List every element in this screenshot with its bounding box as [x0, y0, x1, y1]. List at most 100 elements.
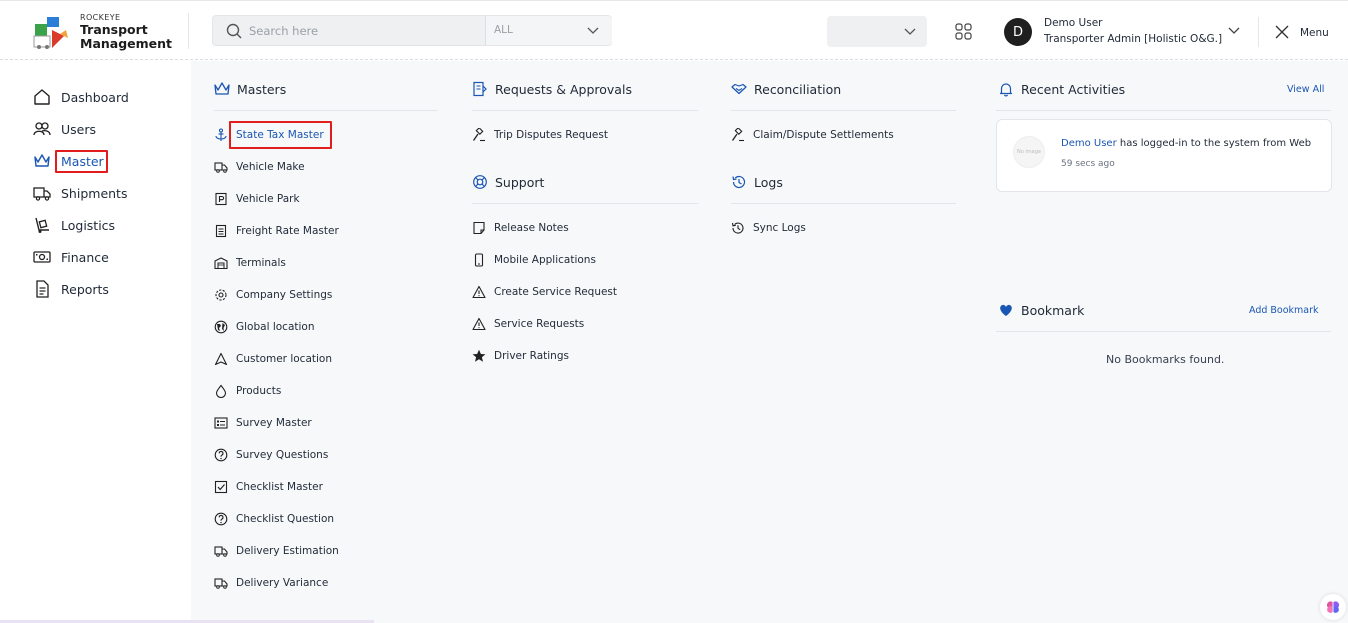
- link-label: Claim/Dispute Settlements: [753, 129, 894, 141]
- link-label: Trip Disputes Request: [494, 129, 608, 141]
- handshake-icon: [731, 83, 747, 95]
- master-link-label: Terminals: [236, 257, 286, 269]
- warning-icon: [472, 317, 486, 331]
- avatar[interactable]: D: [1004, 18, 1032, 46]
- home-icon: [34, 89, 50, 105]
- search-icon: [226, 23, 242, 39]
- brand-name: Transport Management: [80, 23, 172, 51]
- sidebar-item-logistics[interactable]: Logistics: [33, 214, 115, 236]
- section-title-text: Bookmark: [1021, 302, 1085, 318]
- section-divider: [472, 110, 698, 111]
- activity-text: Demo User has logged-in to the system fr…: [1061, 138, 1311, 149]
- master-link-label: Survey Master: [236, 417, 312, 429]
- link-claim-dispute-settlements[interactable]: Claim/Dispute Settlements: [731, 127, 894, 143]
- highlight-box: [229, 121, 332, 149]
- sidebar-item-users[interactable]: Users: [33, 118, 96, 140]
- empty-bookmarks-text: No Bookmarks found.: [1106, 353, 1225, 366]
- search-input[interactable]: [249, 21, 479, 41]
- sidebar: [0, 61, 191, 623]
- master-link-label: Survey Questions: [236, 449, 329, 461]
- money-icon: [33, 251, 51, 263]
- checkbox-icon: [214, 480, 228, 494]
- master-link-label: Delivery Variance: [236, 577, 329, 589]
- master-link-survey-questions[interactable]: Survey Questions: [214, 447, 328, 463]
- history-icon: [732, 175, 746, 189]
- mobile-icon: [474, 253, 484, 267]
- master-link-label: Freight Rate Master: [236, 225, 339, 237]
- link-trip-disputes-request[interactable]: Trip Disputes Request: [472, 127, 608, 143]
- truck-icon: [33, 187, 51, 201]
- sidebar-item-label: Dashboard: [61, 89, 129, 105]
- master-link-freight-rate-master[interactable]: Freight Rate Master: [214, 223, 339, 239]
- user-menu-chevron-icon[interactable]: [1227, 24, 1241, 38]
- link-mobile-applications[interactable]: Mobile Applications: [472, 252, 596, 268]
- master-link-global-location[interactable]: Global location: [214, 319, 315, 335]
- master-link-label: Checklist Master: [236, 481, 323, 493]
- truck-icon: [214, 578, 228, 589]
- master-link-label: Checklist Question: [236, 513, 335, 525]
- search-scope-select[interactable]: ALL: [485, 16, 612, 45]
- link-label: Service Requests: [494, 318, 585, 330]
- link-label: Sync Logs: [753, 222, 806, 234]
- master-link-terminals[interactable]: Terminals: [214, 255, 286, 271]
- link-create-service-request[interactable]: Create Service Request: [472, 284, 617, 300]
- section-title-text: Requests & Approvals: [495, 81, 632, 97]
- section-title-text: Support: [495, 174, 545, 190]
- master-link-label: Global location: [236, 321, 315, 333]
- gavel-icon: [731, 128, 744, 142]
- master-link-vehicle-make[interactable]: Vehicle Make: [214, 159, 305, 175]
- link-release-notes[interactable]: Release Notes: [472, 220, 569, 236]
- sidebar-item-dashboard[interactable]: Dashboard: [33, 86, 129, 108]
- master-link-checklist-question[interactable]: Checklist Question: [214, 511, 334, 527]
- link-service-requests[interactable]: Service Requests: [472, 316, 584, 332]
- apps-grid-icon[interactable]: [955, 23, 972, 40]
- search-scope-value: ALL: [494, 24, 513, 36]
- section-title-requests: Requests & Approvals: [472, 81, 632, 97]
- master-link-delivery-variance[interactable]: Delivery Variance: [214, 575, 328, 591]
- activity-message: has logged-in to the system from Web: [1116, 138, 1312, 149]
- add-bookmark-link[interactable]: Add Bookmark: [1249, 305, 1319, 316]
- sidebar-item-reports[interactable]: Reports: [33, 278, 109, 300]
- warning-icon: [472, 285, 486, 299]
- rockeye-logo-icon[interactable]: [32, 14, 72, 50]
- user-name[interactable]: Demo User: [1044, 17, 1102, 29]
- activity-card: No image Demo User has logged-in to the …: [996, 119, 1332, 192]
- bell-icon: [999, 83, 1013, 97]
- survey-icon: [214, 417, 228, 429]
- search-bar: ALL: [212, 15, 612, 46]
- star-icon: [472, 349, 486, 362]
- master-link-vehicle-park[interactable]: Vehicle Park: [214, 191, 300, 207]
- master-link-survey-master[interactable]: Survey Master: [214, 415, 312, 431]
- link-sync-logs[interactable]: Sync Logs: [731, 220, 806, 236]
- close-icon[interactable]: [1275, 25, 1289, 39]
- top-header: ROCKEYE Transport Management ALL D Demo …: [0, 0, 1348, 60]
- menu-button[interactable]: Menu: [1300, 27, 1329, 39]
- note-icon: [473, 221, 485, 235]
- user-role: Transporter Admin [Holistic O&G.]: [1044, 33, 1223, 45]
- request-doc-icon: [473, 81, 487, 97]
- view-all-link[interactable]: View All: [1287, 84, 1324, 95]
- location-arrow-icon: [214, 352, 228, 366]
- brand-small: ROCKEYE: [80, 13, 121, 22]
- section-divider: [731, 203, 956, 204]
- sidebar-item-shipments[interactable]: Shipments: [33, 182, 127, 204]
- dolly-icon: [35, 217, 49, 233]
- master-link-company-settings[interactable]: Company Settings: [214, 287, 332, 303]
- gear-icon: [215, 289, 227, 301]
- warehouse-icon: [214, 257, 228, 270]
- master-link-products[interactable]: Products: [214, 383, 281, 399]
- assistant-brain-icon[interactable]: [1320, 594, 1346, 620]
- master-link-label: Company Settings: [236, 289, 333, 301]
- master-link-delivery-estimation[interactable]: Delivery Estimation: [214, 543, 339, 559]
- activity-time: 59 secs ago: [1061, 159, 1115, 169]
- master-link-customer-location[interactable]: Customer location: [214, 351, 332, 367]
- context-select[interactable]: [827, 16, 927, 47]
- sidebar-item-finance[interactable]: Finance: [33, 246, 109, 268]
- section-title-masters: Masters: [214, 81, 286, 97]
- master-link-checklist-master[interactable]: Checklist Master: [214, 479, 323, 495]
- master-link-label: Products: [236, 385, 282, 397]
- activity-user-link[interactable]: Demo User: [1061, 138, 1117, 149]
- link-driver-ratings[interactable]: Driver Ratings: [472, 348, 569, 364]
- brand-line1: Transport: [80, 22, 148, 37]
- section-title-logs: Logs: [731, 174, 783, 190]
